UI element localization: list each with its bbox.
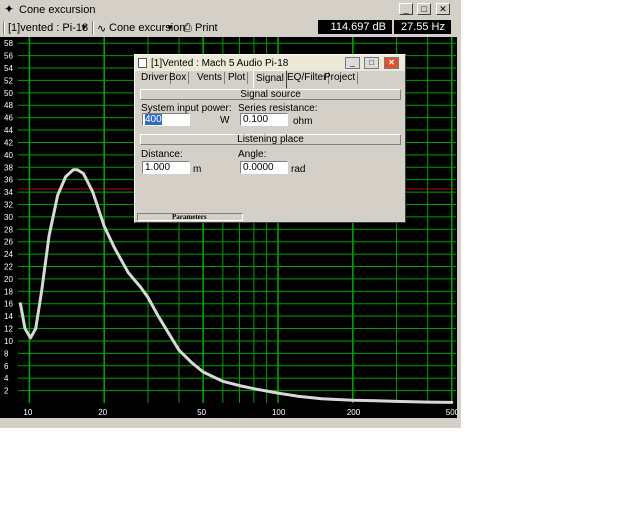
y-tick-label: 46 (4, 114, 13, 123)
tab-plot[interactable]: Plot (226, 72, 249, 84)
toolbar-separator (3, 21, 5, 35)
y-tick-label: 32 (4, 200, 13, 209)
printer-icon[interactable]: ⎙ (183, 22, 192, 35)
parameters-dialog: [1]Vented : Mach 5 Audio Pi-18 _ □ ✕ Dri… (134, 54, 406, 223)
bottom-strip (0, 418, 461, 428)
dialog-minimize-button[interactable]: _ (345, 57, 360, 69)
system-input-power-value: 400 (145, 114, 162, 125)
dialog-status-bar: Parameters (137, 213, 403, 221)
y-tick-label: 22 (4, 263, 13, 272)
chevron-down-icon[interactable]: ▼ (166, 23, 174, 32)
driver-select[interactable]: [1]vented : Pi-18 (8, 22, 88, 34)
y-tick-label: 52 (4, 76, 13, 85)
view-select[interactable]: Cone excursion (109, 22, 185, 34)
frequency-readout: 27.55 Hz (394, 20, 451, 34)
title-bar: ✦ Cone excursion _ □ ✕ (0, 0, 461, 19)
y-tick-label: 8 (4, 349, 9, 358)
angle-field[interactable]: 0.0000 (240, 161, 288, 174)
watt-unit: W (220, 115, 230, 126)
x-tick-label: 50 (197, 408, 206, 417)
tab-box[interactable]: Box (167, 72, 190, 84)
y-tick-label: 12 (4, 325, 13, 334)
crosshair-icon: ✦ (4, 2, 15, 16)
y-tick-label: 20 (4, 275, 13, 284)
dialog-maximize-button[interactable]: □ (364, 57, 379, 69)
y-tick-label: 50 (4, 89, 13, 98)
tab-project[interactable]: Project (322, 72, 359, 84)
close-button[interactable]: ✕ (436, 3, 450, 15)
y-tick-label: 26 (4, 238, 13, 247)
y-tick-label: 28 (4, 225, 13, 234)
y-tick-label: 6 (4, 362, 9, 371)
tab-driver[interactable]: Driver (139, 72, 171, 84)
db-readout: 114.697 dB (318, 20, 392, 34)
x-tick-label: 20 (98, 408, 107, 417)
chevron-down-icon[interactable]: ▼ (80, 23, 88, 32)
y-tick-label: 58 (4, 39, 13, 48)
dialog-title-bar[interactable]: [1]Vented : Mach 5 Audio Pi-18 _ □ ✕ (135, 55, 405, 71)
dialog-title: [1]Vented : Mach 5 Audio Pi-18 (151, 58, 289, 69)
y-tick-label: 16 (4, 300, 13, 309)
listening-place-header: Listening place (140, 134, 401, 145)
y-tick-label: 44 (4, 126, 13, 135)
radian-unit: rad (291, 164, 306, 175)
y-tick-label: 10 (4, 337, 13, 346)
distance-field[interactable]: 1.000 (142, 161, 190, 174)
ohm-unit: ohm (293, 116, 313, 127)
x-tick-label: 10 (23, 408, 32, 417)
series-resistance-field[interactable]: 0.100 (240, 113, 288, 126)
meter-unit: m (193, 164, 202, 175)
window-title: Cone excursion (19, 4, 96, 16)
document-icon (138, 58, 147, 68)
y-tick-label: 38 (4, 163, 13, 172)
y-tick-label: 40 (4, 151, 13, 160)
y-tick-label: 24 (4, 250, 13, 259)
y-tick-label: 18 (4, 287, 13, 296)
maximize-button[interactable]: □ (417, 3, 431, 15)
dialog-close-button[interactable]: ✕ (384, 57, 399, 69)
x-tick-label: 100 (272, 408, 286, 417)
system-input-power-field[interactable]: 400 (142, 113, 190, 126)
y-tick-label: 36 (4, 176, 13, 185)
y-tick-label: 48 (4, 101, 13, 110)
y-tick-label: 2 (4, 387, 9, 396)
x-tick-label: 200 (347, 408, 361, 417)
y-tick-label: 56 (4, 52, 13, 61)
x-tick-label: 500 (446, 408, 457, 417)
y-tick-label: 4 (4, 374, 9, 383)
y-tick-label: 14 (4, 312, 13, 321)
y-tick-label: 30 (4, 213, 13, 222)
distance-label: Distance: (141, 149, 183, 160)
tab-signal[interactable]: Signal (253, 70, 287, 89)
y-tick-label: 42 (4, 138, 13, 147)
minimize-button[interactable]: _ (399, 3, 413, 15)
toolbar-separator (92, 21, 94, 35)
print-button[interactable]: Print (195, 22, 218, 34)
y-tick-label: 54 (4, 64, 13, 73)
waveform-icon: ∿ (97, 23, 107, 35)
angle-label: Angle: (238, 149, 267, 160)
y-tick-label: 34 (4, 188, 13, 197)
signal-source-header: Signal source (140, 89, 401, 100)
tab-vents[interactable]: Vents (195, 72, 226, 84)
status-text: Parameters (137, 213, 243, 221)
